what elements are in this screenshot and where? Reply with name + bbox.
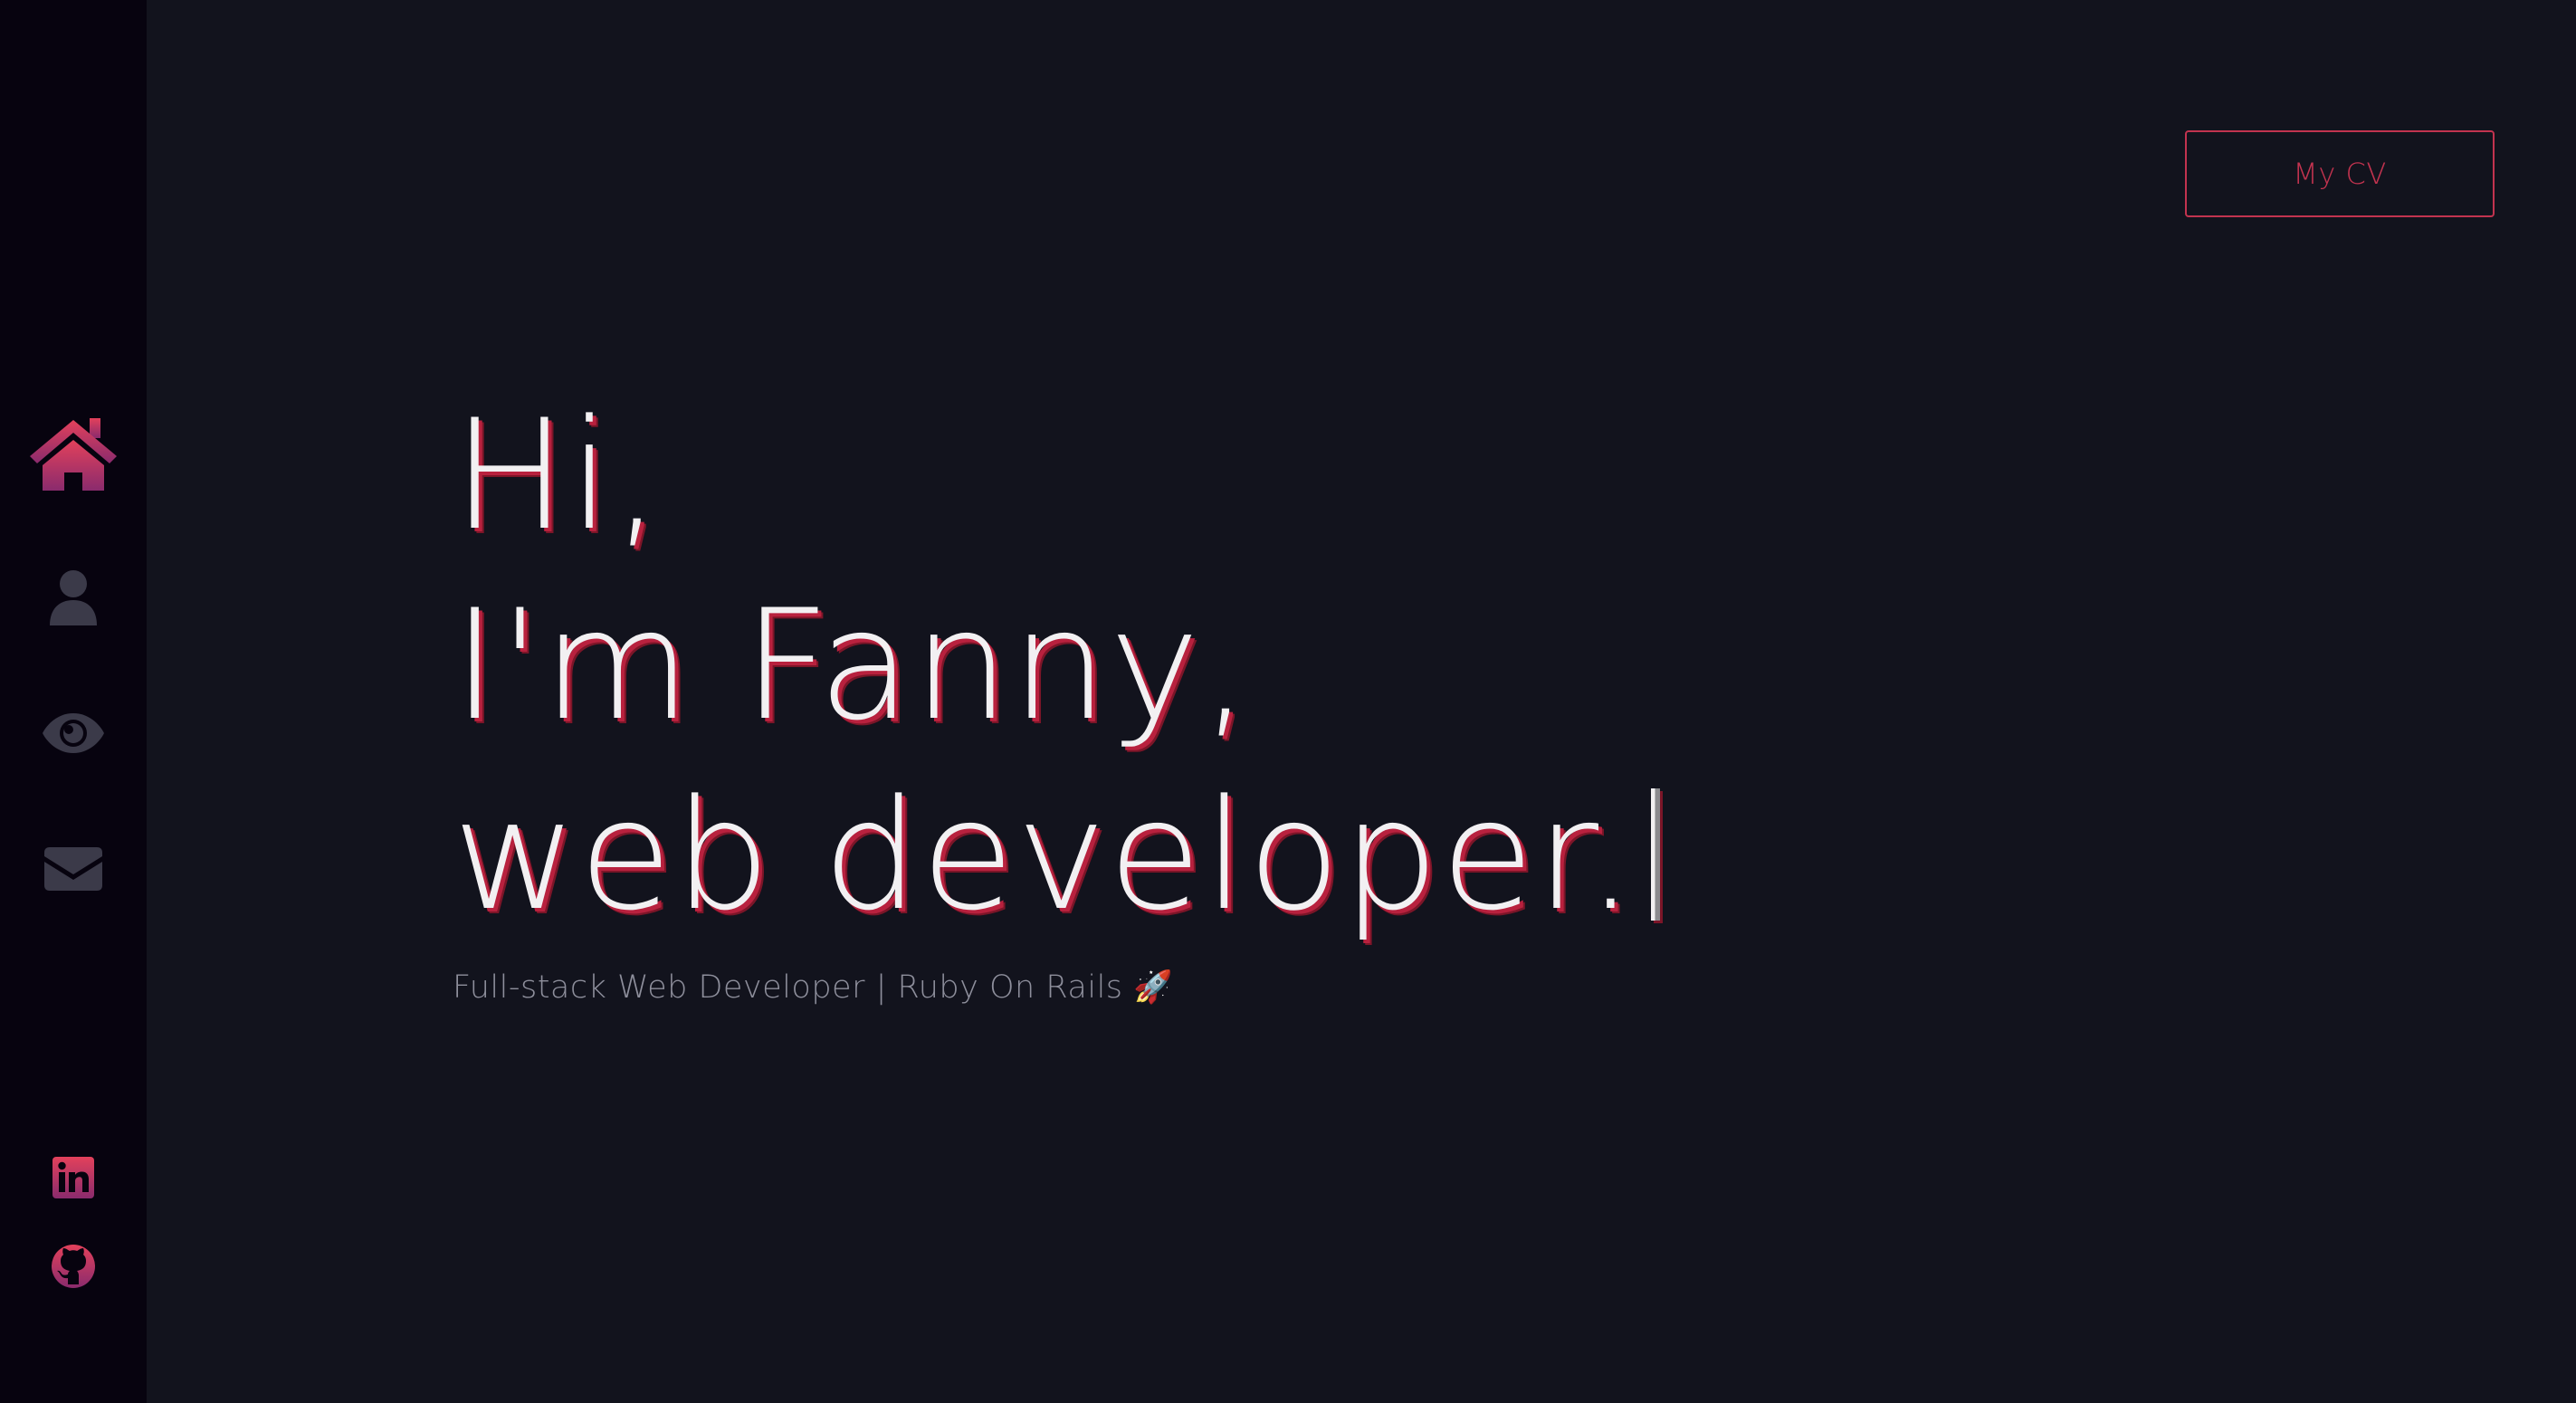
hero-greeting: Hi,: [453, 387, 663, 564]
envelope-icon: [44, 847, 102, 891]
linkedin-icon: [52, 1157, 94, 1198]
sidebar-item-about[interactable]: [0, 561, 147, 634]
app-root: My CV Hi, I'm Fanny, web developer. Full…: [0, 0, 2576, 1403]
typing-cursor: [1651, 788, 1661, 921]
sidebar-item-portfolio[interactable]: [0, 697, 147, 769]
eye-icon: [42, 711, 105, 755]
github-icon: [51, 1244, 96, 1289]
linkedin-link[interactable]: [0, 1150, 147, 1206]
sidebar-item-home[interactable]: [0, 412, 147, 493]
sidebar-item-contact[interactable]: [0, 833, 147, 905]
my-cv-button[interactable]: My CV: [2185, 130, 2495, 217]
sidebar: [0, 0, 147, 1403]
user-icon: [48, 569, 99, 625]
hero-name: I'm Fanny,: [453, 577, 1252, 754]
home-icon: [26, 415, 120, 491]
tagline: Full-stack Web Developer | Ruby On Rails…: [453, 969, 1174, 1006]
hero-role: web developer.: [453, 767, 1637, 944]
hero-role-line: web developer.: [453, 760, 1661, 950]
hero: Hi, I'm Fanny, web developer.: [453, 380, 1661, 950]
github-link[interactable]: [0, 1238, 147, 1294]
